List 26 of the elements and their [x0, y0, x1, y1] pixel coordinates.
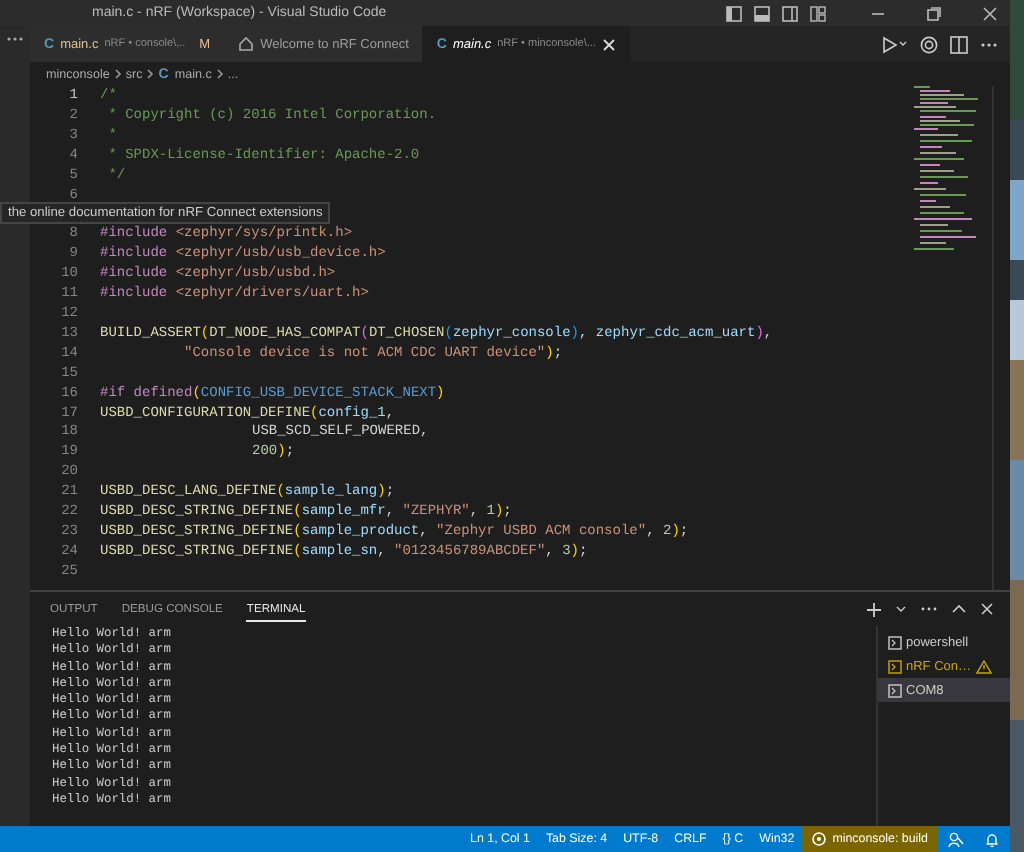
home-icon [238, 36, 255, 52]
chevron-icon [113, 68, 122, 80]
chevron-icon [146, 68, 155, 80]
close-icon[interactable] [980, 602, 994, 616]
panel-toggle-icon[interactable] [754, 5, 770, 21]
more-icon[interactable] [980, 41, 998, 47]
close-icon[interactable] [601, 37, 616, 51]
bell-icon[interactable] [984, 831, 1000, 847]
split-editor-icon[interactable] [950, 35, 968, 53]
terminal-icon [888, 683, 902, 697]
more-icon[interactable] [6, 36, 24, 42]
gear-icon [812, 832, 827, 846]
plus-icon[interactable] [866, 601, 882, 617]
chevron-down-icon[interactable] [896, 604, 906, 614]
chevron-up-icon[interactable] [952, 604, 966, 614]
run-debug-icon[interactable] [880, 35, 908, 53]
terminal-icon [888, 635, 902, 649]
terminal-icon [888, 659, 902, 673]
restore-icon[interactable] [926, 5, 942, 21]
layout-icon[interactable] [810, 5, 826, 21]
warning-icon [975, 659, 992, 673]
close-icon[interactable] [982, 5, 998, 21]
more-icon[interactable] [920, 606, 938, 612]
sidebar-toggle-icon[interactable] [726, 5, 742, 21]
secondary-sidebar-icon[interactable] [782, 5, 798, 21]
chevron-icon [215, 68, 224, 80]
